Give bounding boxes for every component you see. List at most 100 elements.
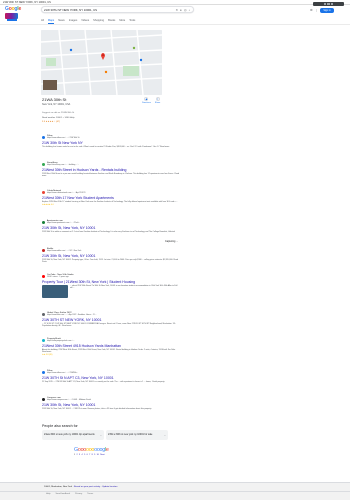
result-source[interactable]: CubitsNetwork https://www.cubitsnetwork.c… <box>42 190 180 194</box>
result-source[interactable]: Zillow https://www.zillow.com › ... › 21W… <box>42 135 180 139</box>
footer-link-privacy[interactable]: Privacy <box>75 493 82 495</box>
chevron-down-icon: ⌄ <box>163 433 166 437</box>
result-snippet: 21W West 30th Street is a pre-war rental… <box>42 172 180 178</box>
result-item: Compass.com https://www.compass.com › ...… <box>42 397 180 410</box>
result-snippet: 21W 30th St, New York, NY 10001 ... 2 BR… <box>42 407 152 410</box>
footer-location: 10001, Manhattan, New York · Based on yo… <box>44 486 117 488</box>
result-source[interactable]: Zillow https://www.zillow.com › ... › 21W… <box>42 370 180 374</box>
result-source[interactable]: Global Class Kathie 2022 https://www.flic… <box>42 312 180 316</box>
page-link[interactable]: 8 <box>92 454 93 456</box>
result-title-link[interactable]: 21West 30th Street 4915 Hudson Yards Man… <box>42 344 180 348</box>
favicon-icon <box>42 338 46 342</box>
result-item: PropertyShark https://www.propertyshark.c… <box>42 338 180 356</box>
apps-grid-icon[interactable]: ⋮ <box>315 9 318 12</box>
result-item: Apartments.com https://www.apartments.com… <box>42 220 180 233</box>
result-title-link[interactable]: 21W 30TH St N APT C3, New York, NY 10001 <box>42 376 180 380</box>
result-snippet: About this building. 21W West 30th Stree… <box>42 348 176 354</box>
source-url: 10.6K+ views · 2 years ago <box>46 276 69 279</box>
footer-link-terms[interactable]: Terms <box>87 493 93 495</box>
related-search-chip[interactable]: 21W w 30th st new york ny 10001 for sale… <box>106 430 168 440</box>
window-titlebar: 21W 30th ST NEW YORK, NY 10001, US <box>0 0 350 6</box>
doodle-image <box>5 12 18 19</box>
page-link[interactable]: 9 <box>94 454 95 456</box>
update-location-link[interactable]: · Based on your past activity · Update l… <box>73 486 118 488</box>
directions-button[interactable]: ◆ Directions <box>142 97 151 104</box>
source-url: https://www.compass.com › ... › 10001 · … <box>46 399 91 402</box>
search-icon[interactable]: ⌕ <box>188 8 191 12</box>
map-preview[interactable] <box>41 30 162 95</box>
result-snippet: ... 21 W 30 ST 21 W 30th ST NEW YORK NY … <box>42 322 176 328</box>
footer: 10001, Manhattan, New York · Based on yo… <box>0 482 350 500</box>
page-numbers: 1 2 3 4 5 6 7 8 9 10 Next <box>74 454 109 456</box>
favicon-icon <box>42 190 46 194</box>
info-rating: 3.5 ★★★★☆ (47) <box>42 121 60 123</box>
result-snippet: 21 Sep 2015 — 21W W 30th St APT C3, New … <box>42 380 165 383</box>
result-item: YouTube · New 10th Studio 10.6K+ views · … <box>42 274 180 306</box>
footer-link-help[interactable]: Help <box>46 493 51 495</box>
page-link[interactable]: 5 <box>84 454 85 456</box>
footer-links: Help Send feedback Privacy Terms <box>46 493 93 495</box>
result-source[interactable]: PropertyShark https://www.propertyshark.c… <box>42 338 180 342</box>
logo-underline <box>6 19 17 21</box>
settings-gear-icon[interactable]: ⚙ <box>310 9 313 12</box>
result-title-link[interactable]: 21W 30th St New York NY <box>42 141 180 145</box>
result-title-link[interactable]: 21W 30th St, New York, NY 10001 <box>42 254 180 258</box>
search-box[interactable]: 21W 30TH ST NEW YORK, NY 10001, US ✕ ● ◎… <box>41 6 194 13</box>
page-link[interactable]: 2 <box>77 454 78 456</box>
result-item: Global Class Kathie 2022 https://www.flic… <box>42 312 180 328</box>
suggest-edit-link[interactable]: Suggest an edit on 21WA 30th St <box>42 112 74 114</box>
result-source[interactable]: YouTube · New 10th Studio 10.6K+ views · … <box>42 274 180 278</box>
related-search-chip[interactable]: 21wa 30th st new york ny 10001 zip apart… <box>42 430 104 440</box>
favicon-icon <box>42 135 46 139</box>
result-snippet: 21W 30th St is within a moments at 2.1 s… <box>42 230 175 233</box>
search-input[interactable]: 21W 30TH ST NEW YORK, NY 10001, US <box>44 8 174 12</box>
camera-icon[interactable]: ◎ <box>184 8 187 12</box>
result-item: CubitsNetwork https://www.cubitsnetwork.c… <box>42 190 180 206</box>
result-source[interactable]: Compass.com https://www.compass.com › ...… <box>42 397 180 401</box>
footer-link-feedback[interactable]: Send feedback <box>56 493 71 495</box>
result-item: Zillow https://www.zillow.com › ... › 21W… <box>42 135 180 148</box>
close-icon[interactable] <box>330 3 334 5</box>
result-source[interactable]: Redfin https://www.redfin.com › ... › NY … <box>42 248 180 252</box>
result-title-link[interactable]: 21W 30th St, New York, NY 10001 <box>42 403 180 407</box>
page-link[interactable]: 4 <box>82 454 83 456</box>
window-controls[interactable] <box>313 2 344 6</box>
result-snippet: This building has homes units for rent o… <box>42 145 170 148</box>
result-title-link[interactable]: 21W 30TH ST NEW YORK, NY 10001 <box>42 318 180 322</box>
favicon-icon <box>42 312 46 316</box>
microphone-icon[interactable]: ● <box>179 8 182 12</box>
pagination: Gooooooooogle 1 2 3 4 5 6 7 8 9 10 Next <box>74 447 109 456</box>
side-status-label: Capturing ... <box>165 240 179 243</box>
page-link[interactable]: 10 <box>97 454 99 456</box>
favicon-icon <box>42 220 46 224</box>
share-button[interactable]: < Share <box>155 97 160 104</box>
source-url: https://www.zillow.com › ... › 21W 30th … <box>46 137 80 140</box>
maximize-icon[interactable] <box>327 3 330 5</box>
result-title-link[interactable]: 21West 30th 17 New York Student Apartmen… <box>42 196 180 200</box>
page-link-current: 1 <box>74 453 76 456</box>
sign-in-button[interactable]: Sign in <box>320 8 334 13</box>
street-view-thumbnail[interactable] <box>43 80 57 90</box>
map-graphic <box>41 30 162 95</box>
page-link[interactable]: 7 <box>89 454 90 456</box>
clear-icon[interactable]: ✕ <box>175 8 178 12</box>
page-link[interactable]: 3 <box>79 454 80 456</box>
next-page-link[interactable]: Next <box>100 454 104 456</box>
pager-logo: Gooooooooogle <box>74 447 109 453</box>
source-url: https://www.zillow.com › ... › 21W30th..… <box>46 372 79 375</box>
result-source[interactable]: Apartments.com https://www.apartments.com… <box>42 220 180 224</box>
result-title-link[interactable]: 21W 30th St, New York, NY 10001 <box>42 226 180 230</box>
source-url: https://streeteasy.com › ... › building … <box>46 164 79 167</box>
minimize-icon[interactable] <box>323 3 327 5</box>
result-title-link[interactable]: 21West 30th Street in Hudson Yards - Ren… <box>42 168 180 172</box>
google-doodle-logo[interactable]: Google <box>5 6 21 22</box>
video-thumbnail[interactable] <box>42 284 68 298</box>
result-item: Redfin https://www.redfin.com › ... › NY … <box>42 248 180 264</box>
result-rating: ★★★★★ 4.6 <box>42 203 54 206</box>
page-link[interactable]: 6 <box>87 454 88 456</box>
window-title: 21W 30th ST NEW YORK, NY 10001, US <box>3 1 51 4</box>
result-rating: ★★ 3.8 (85) <box>42 354 53 356</box>
result-source[interactable]: StreetEasy https://streeteasy.com › ... ›… <box>42 162 180 166</box>
result-snippet: 21W 30th St, New York, NY 10001. Propert… <box>42 258 178 264</box>
footer-location-text: 10001, Manhattan, New York <box>44 486 73 488</box>
